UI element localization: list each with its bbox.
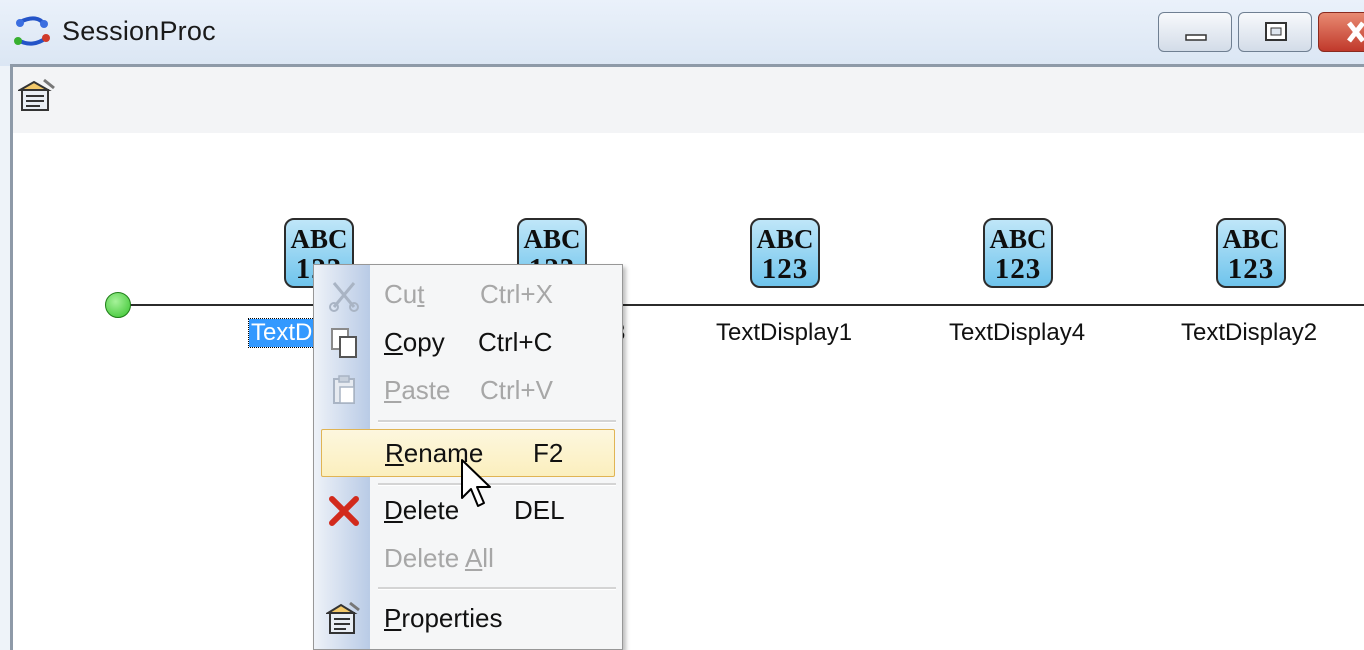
menu-separator	[378, 420, 616, 423]
process-canvas[interactable]	[13, 133, 1364, 650]
scissors-icon	[329, 282, 359, 312]
node-label[interactable]: TextDisplay4	[949, 319, 1085, 347]
menu-shortcut: Ctrl+V	[480, 375, 553, 405]
delete-x-icon	[329, 496, 359, 526]
menu-item-label: Delete All	[384, 543, 494, 573]
node-icon-text-abc: ABC	[756, 224, 814, 254]
node-icon-text-abc: ABC	[290, 224, 348, 254]
menu-item-paste[interactable]: Paste Ctrl+V	[314, 369, 622, 413]
window-title: SessionProc	[62, 16, 216, 46]
menu-item-label: Cut	[384, 279, 425, 309]
minimize-button[interactable]	[1158, 12, 1232, 52]
menu-item-label: Properties	[384, 603, 503, 633]
flow-connector	[118, 304, 1364, 306]
properties-icon	[326, 601, 360, 634]
node-label[interactable]: TextDisplay2	[1181, 319, 1317, 347]
text-display-node-icon[interactable]: ABC 123	[1216, 218, 1286, 288]
copy-icon	[331, 328, 357, 358]
menu-shortcut: DEL	[514, 495, 565, 525]
node-label-selected[interactable]: TextD	[247, 318, 316, 348]
menu-shortcut: Ctrl+C	[478, 327, 553, 357]
close-button[interactable]	[1318, 12, 1364, 52]
menu-shortcut: Ctrl+X	[480, 279, 553, 309]
menu-item-properties[interactable]: Properties	[314, 597, 622, 641]
maximize-button[interactable]	[1238, 12, 1312, 52]
menu-item-label: Copy	[384, 327, 445, 357]
menu-item-delete-all[interactable]: Delete All	[314, 537, 622, 581]
node-icon-text-123: 123	[1227, 253, 1275, 285]
menu-separator	[378, 587, 616, 590]
start-node[interactable]	[105, 292, 131, 318]
mouse-cursor-icon	[461, 459, 491, 507]
menu-shortcut: F2	[533, 438, 564, 468]
toolbar	[13, 67, 1364, 133]
menu-item-copy[interactable]: Copy Ctrl+C	[314, 321, 622, 365]
paste-icon	[333, 375, 355, 404]
menu-item-label: Paste	[384, 375, 451, 405]
minimize-icon	[1185, 34, 1207, 41]
node-icon-text-abc: ABC	[1222, 224, 1280, 254]
node-icon-text-123: 123	[761, 253, 809, 285]
node-icon-text-abc: ABC	[523, 224, 581, 254]
text-display-node-icon[interactable]: ABC 123	[750, 218, 820, 288]
context-menu: Cut Ctrl+X Copy Ctrl+C Paste Ctrl+V Rena…	[313, 264, 623, 650]
title-bar: SessionProc	[0, 0, 1364, 66]
node-icon-text-abc: ABC	[989, 224, 1047, 254]
properties-icon[interactable]	[18, 78, 58, 114]
menu-item-cut[interactable]: Cut Ctrl+X	[314, 273, 622, 317]
text-display-node-icon[interactable]: ABC 123	[983, 218, 1053, 288]
maximize-icon	[1265, 22, 1287, 41]
session-flow-icon	[14, 16, 50, 46]
node-label[interactable]: TextDisplay1	[716, 319, 852, 347]
close-icon	[1347, 21, 1364, 43]
menu-item-label: Delete	[384, 495, 460, 525]
node-icon-text-123: 123	[994, 253, 1042, 285]
menu-separator	[378, 483, 616, 486]
